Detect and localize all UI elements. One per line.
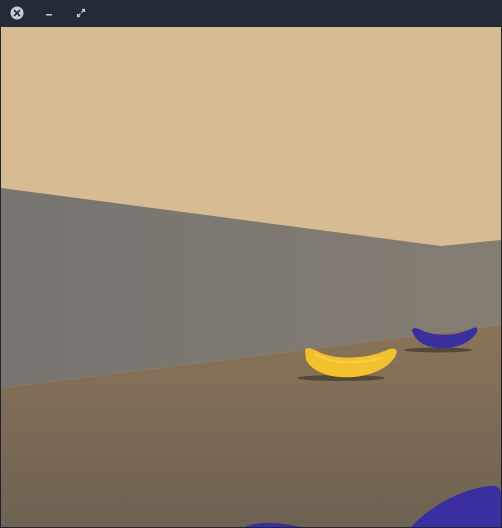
- minimize-icon[interactable]: [42, 6, 56, 20]
- app-window: [0, 0, 502, 528]
- close-icon[interactable]: [10, 6, 24, 20]
- blue-banana-shadow: [404, 347, 472, 353]
- title-bar: [0, 0, 502, 27]
- scene-canvas[interactable]: [1, 27, 501, 527]
- game-viewport[interactable]: [1, 27, 501, 527]
- maximize-icon[interactable]: [74, 6, 88, 20]
